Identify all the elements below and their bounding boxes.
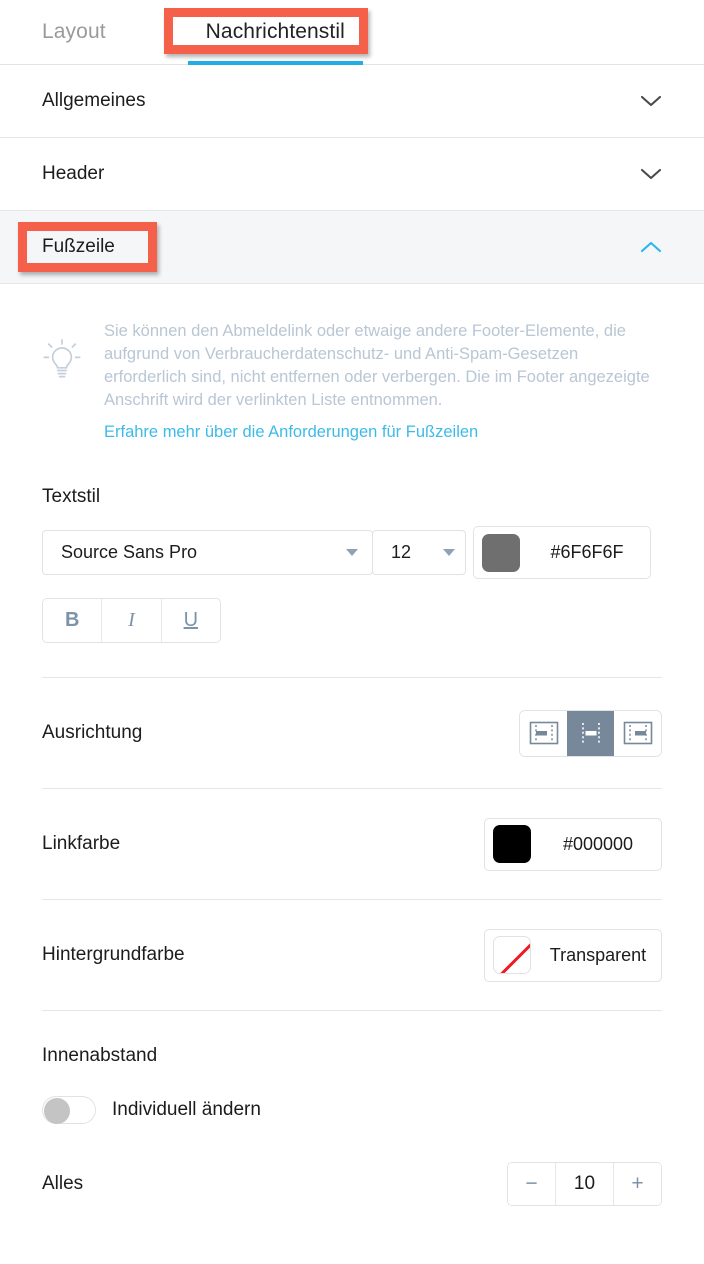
accordion-header-label: Header xyxy=(42,163,105,184)
chevron-down-icon[interactable] xyxy=(640,94,662,108)
padding-section: Innenabstand xyxy=(0,1045,704,1067)
font-family-select[interactable]: Source Sans Pro xyxy=(42,530,373,575)
italic-button[interactable]: I xyxy=(102,599,162,642)
message-style-panel: Layout Nachrichtenstil Allgemeines Heade… xyxy=(0,0,704,1264)
chevron-down-icon[interactable] xyxy=(640,167,662,181)
link-color-label: Linkfarbe xyxy=(42,833,121,854)
tab-bar: Layout Nachrichtenstil xyxy=(0,0,704,65)
bold-button[interactable]: B xyxy=(43,599,103,642)
tab-nachrichtenstil-label: Nachrichtenstil xyxy=(205,20,345,43)
text-format-buttons: B I U xyxy=(42,598,221,643)
textstyle-section: Textstil Source Sans Pro 12 #6F6F6F B I … xyxy=(0,486,704,643)
alignment-button-group xyxy=(519,709,662,757)
font-controls-row: Source Sans Pro 12 #6F6F6F xyxy=(42,526,662,579)
footer-requirements-link[interactable]: Erfahre mehr über die Anforderungen für … xyxy=(104,423,478,442)
decrement-button[interactable]: − xyxy=(508,1163,556,1205)
divider xyxy=(42,1010,662,1011)
background-color-row: Hintergrundfarbe Transparent xyxy=(0,900,704,1010)
transparent-swatch-icon[interactable] xyxy=(493,936,531,974)
link-color-row: Linkfarbe #000000 xyxy=(0,789,704,899)
text-color-picker[interactable]: #6F6F6F xyxy=(473,526,651,579)
accordion-header[interactable]: Header xyxy=(0,138,704,211)
background-color-value: Transparent xyxy=(549,944,647,965)
color-swatch[interactable] xyxy=(493,825,531,863)
lightbulb-icon xyxy=(42,320,86,442)
align-left-button[interactable] xyxy=(520,710,567,756)
link-color-hex: #000000 xyxy=(562,833,634,854)
tab-layout[interactable]: Layout xyxy=(42,0,126,65)
accordion-allgemeines[interactable]: Allgemeines xyxy=(0,65,704,138)
font-size-select[interactable]: 12 xyxy=(372,530,466,575)
chevron-down-icon xyxy=(346,549,358,556)
padding-all-row: Alles − 10 + xyxy=(0,1139,704,1229)
align-center-button[interactable] xyxy=(567,710,614,756)
toggle-knob xyxy=(44,1098,70,1124)
increment-button[interactable]: + xyxy=(613,1163,661,1205)
alignment-row: Ausrichtung xyxy=(0,678,704,788)
chevron-down-icon xyxy=(443,549,455,556)
tab-nachrichtenstil[interactable]: Nachrichtenstil xyxy=(184,0,367,65)
align-right-button[interactable] xyxy=(614,710,661,756)
background-color-label: Hintergrundfarbe xyxy=(42,944,185,965)
individual-padding-label: Individuell ändern xyxy=(112,1099,261,1120)
font-size-value: 12 xyxy=(391,542,412,562)
padding-all-value[interactable]: 10 xyxy=(556,1163,613,1205)
tab-layout-label: Layout xyxy=(42,20,106,43)
textstyle-title: Textstil xyxy=(42,486,101,507)
chevron-up-icon[interactable] xyxy=(640,240,662,254)
footer-tip: Sie können den Abmeldelink oder etwaige … xyxy=(0,284,704,452)
text-color-hex: #6F6F6F xyxy=(550,542,624,562)
accordion-fusszeile-label: Fußzeile xyxy=(42,236,115,257)
font-family-value: Source Sans Pro xyxy=(61,542,198,562)
link-color-picker[interactable]: #000000 xyxy=(484,817,662,871)
accordion-fusszeile[interactable]: Fußzeile xyxy=(0,211,704,284)
padding-all-stepper: − 10 + xyxy=(507,1162,662,1206)
background-color-picker[interactable]: Transparent xyxy=(484,928,662,982)
padding-all-label: Alles xyxy=(42,1173,84,1194)
accordion-allgemeines-label: Allgemeines xyxy=(42,90,146,111)
padding-toggle-row: Individuell ändern xyxy=(0,1081,704,1139)
padding-title: Innenabstand xyxy=(42,1045,158,1066)
color-swatch[interactable] xyxy=(482,533,520,572)
alignment-label: Ausrichtung xyxy=(42,722,143,743)
underline-button[interactable]: U xyxy=(161,599,220,642)
footer-tip-text: Sie können den Abmeldelink oder etwaige … xyxy=(104,322,650,409)
individual-padding-toggle[interactable] xyxy=(42,1096,96,1124)
